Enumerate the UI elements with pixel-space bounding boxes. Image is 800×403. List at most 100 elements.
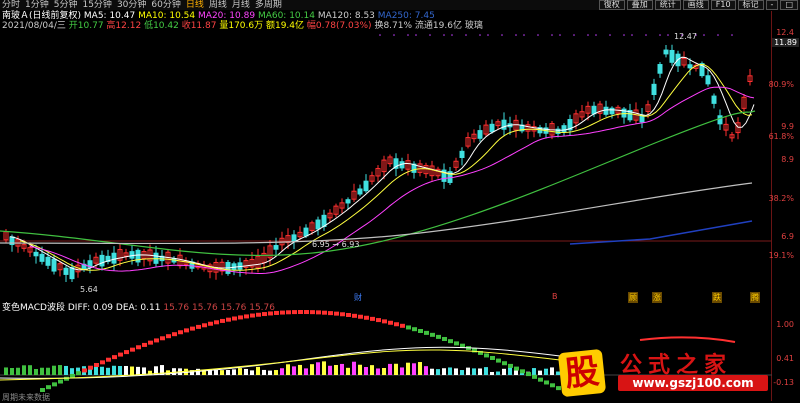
macd-wave-segment xyxy=(130,347,135,352)
macd-wave-segment xyxy=(148,340,153,345)
signal-dot xyxy=(407,34,409,36)
period-tab-6[interactable]: 日线 xyxy=(186,0,204,10)
period-tab-2[interactable]: 5分钟 xyxy=(54,0,78,10)
period-tab-9[interactable]: 多周期 xyxy=(255,0,282,10)
macd-wave-segment xyxy=(412,327,417,332)
period-toolbar: 分时 1分钟 5分钟 15分钟 30分钟 60分钟 日线 周线 月线 多周期 復权 叠加 统计 画线 F1… xyxy=(0,0,800,10)
macd-bar xyxy=(412,363,416,375)
ma5-value: MA5: 10.47 xyxy=(83,11,136,21)
tool-button-7[interactable]: □ xyxy=(780,0,798,10)
macd-bar xyxy=(340,363,344,375)
macd-bar xyxy=(124,365,128,375)
signal-dot xyxy=(717,34,719,36)
candle-body xyxy=(711,95,717,104)
macd-wave-segment xyxy=(364,315,369,320)
signal-dot xyxy=(703,34,705,36)
macd-wave-segment xyxy=(358,314,363,319)
macd-title: 变色MACD波段 xyxy=(2,303,65,313)
signal-dot xyxy=(559,34,561,36)
candle-body xyxy=(705,75,711,85)
logo-gu-icon: 股 xyxy=(557,348,607,398)
macd-bar xyxy=(394,363,398,375)
macd-wave-segment xyxy=(238,315,243,320)
period-tab-4[interactable]: 30分钟 xyxy=(117,0,146,10)
signal-dot xyxy=(595,34,597,36)
candle-body xyxy=(477,130,483,139)
watermark-logo: 股 公式之家 www.gszj100.com xyxy=(557,345,780,398)
bottom-hint: 周期未来数据 xyxy=(2,393,50,402)
tool-button-3[interactable]: 画线 xyxy=(682,0,709,10)
macd-bar xyxy=(418,362,422,375)
macd-bar xyxy=(496,371,500,375)
macd-bar xyxy=(424,366,428,375)
candle-body xyxy=(657,64,663,74)
macd-bar xyxy=(460,370,464,375)
macd-bar xyxy=(364,367,368,375)
macd-bar xyxy=(538,370,542,375)
tool-button-1[interactable]: 叠加 xyxy=(626,0,653,10)
macd-bar xyxy=(262,369,266,375)
tool-button-0[interactable]: 復权 xyxy=(598,0,625,10)
candle-body xyxy=(273,245,279,250)
ma-legend: 南玻Ａ(日线前复权) MA5: 10.47 MA10: 10.54 MA20: … xyxy=(2,11,435,21)
candle-body xyxy=(291,234,297,242)
macd-wave-segment xyxy=(340,312,345,317)
period-tab-1[interactable]: 1分钟 xyxy=(25,0,49,10)
info-volume: 量170.6万 xyxy=(219,21,264,31)
candle-body xyxy=(561,125,567,133)
macd-bar xyxy=(334,364,338,375)
macd-wave-segment xyxy=(532,374,537,379)
macd-bar xyxy=(484,367,488,375)
macd-bar xyxy=(454,368,458,375)
macd-wave-segment xyxy=(484,353,489,358)
candles-group xyxy=(3,44,753,283)
macd-wave-segment xyxy=(316,310,321,315)
macd-wave-segment xyxy=(388,320,393,325)
axis-tick-8: 19.1% xyxy=(768,251,794,260)
candle-body xyxy=(45,256,51,266)
candle-body xyxy=(603,106,609,115)
macd-bar xyxy=(22,365,26,375)
macd-bar xyxy=(280,368,284,375)
low-annotation: 5.64 xyxy=(80,285,98,294)
period-tab-3[interactable]: 15分钟 xyxy=(82,0,111,10)
macd-wave-segment xyxy=(166,334,171,339)
candlestick-chart[interactable] xyxy=(0,11,800,299)
macd-bar xyxy=(370,365,374,375)
macd-bar xyxy=(274,370,278,375)
candle-body xyxy=(459,150,465,158)
tool-button-4[interactable]: F10 xyxy=(710,0,736,10)
period-tab-8[interactable]: 月线 xyxy=(232,0,250,10)
macd-wave-segment xyxy=(490,355,495,360)
signal-dot xyxy=(645,34,647,36)
axis-tick-3: 9.9 xyxy=(781,122,794,131)
macd-bar xyxy=(388,363,392,375)
signal-dot xyxy=(587,34,589,36)
macd-wave-segment xyxy=(136,345,141,350)
macd-bar xyxy=(52,365,56,375)
macd-bar xyxy=(10,368,14,375)
macd-bar xyxy=(28,365,32,375)
period-tab-0[interactable]: 分时 xyxy=(2,0,20,10)
macd-wave-segment xyxy=(124,350,129,355)
tool-button-5[interactable]: 标记 xyxy=(737,0,764,10)
ma20-value: MA20: 10.89 xyxy=(198,11,256,21)
macd-wave-segment xyxy=(82,368,87,373)
tool-button-6[interactable]: - xyxy=(765,0,779,10)
macd-bar xyxy=(46,367,50,375)
period-tab-5[interactable]: 60分钟 xyxy=(151,0,180,10)
info-date: 2021/08/04/三 xyxy=(2,21,66,31)
tool-button-2[interactable]: 统计 xyxy=(654,0,681,10)
macd-wave-segment xyxy=(292,310,297,315)
macd-bar xyxy=(16,367,20,375)
macd-bar xyxy=(220,370,224,375)
candle-body xyxy=(111,252,117,264)
mid-annotation: 6.95 → 6.93 xyxy=(312,240,360,249)
candle-body xyxy=(591,105,597,115)
macd-wave-segment xyxy=(538,377,543,382)
macd-wave-segment xyxy=(112,355,117,360)
price-axis: 12.4 11.89 80.9% 9.9 61.8% 8.9 38.2% 6.9 19.1% 1.… xyxy=(768,11,800,401)
macd-bar xyxy=(184,368,188,375)
period-tab-7[interactable]: 周线 xyxy=(209,0,227,10)
signal-dot xyxy=(451,34,453,36)
